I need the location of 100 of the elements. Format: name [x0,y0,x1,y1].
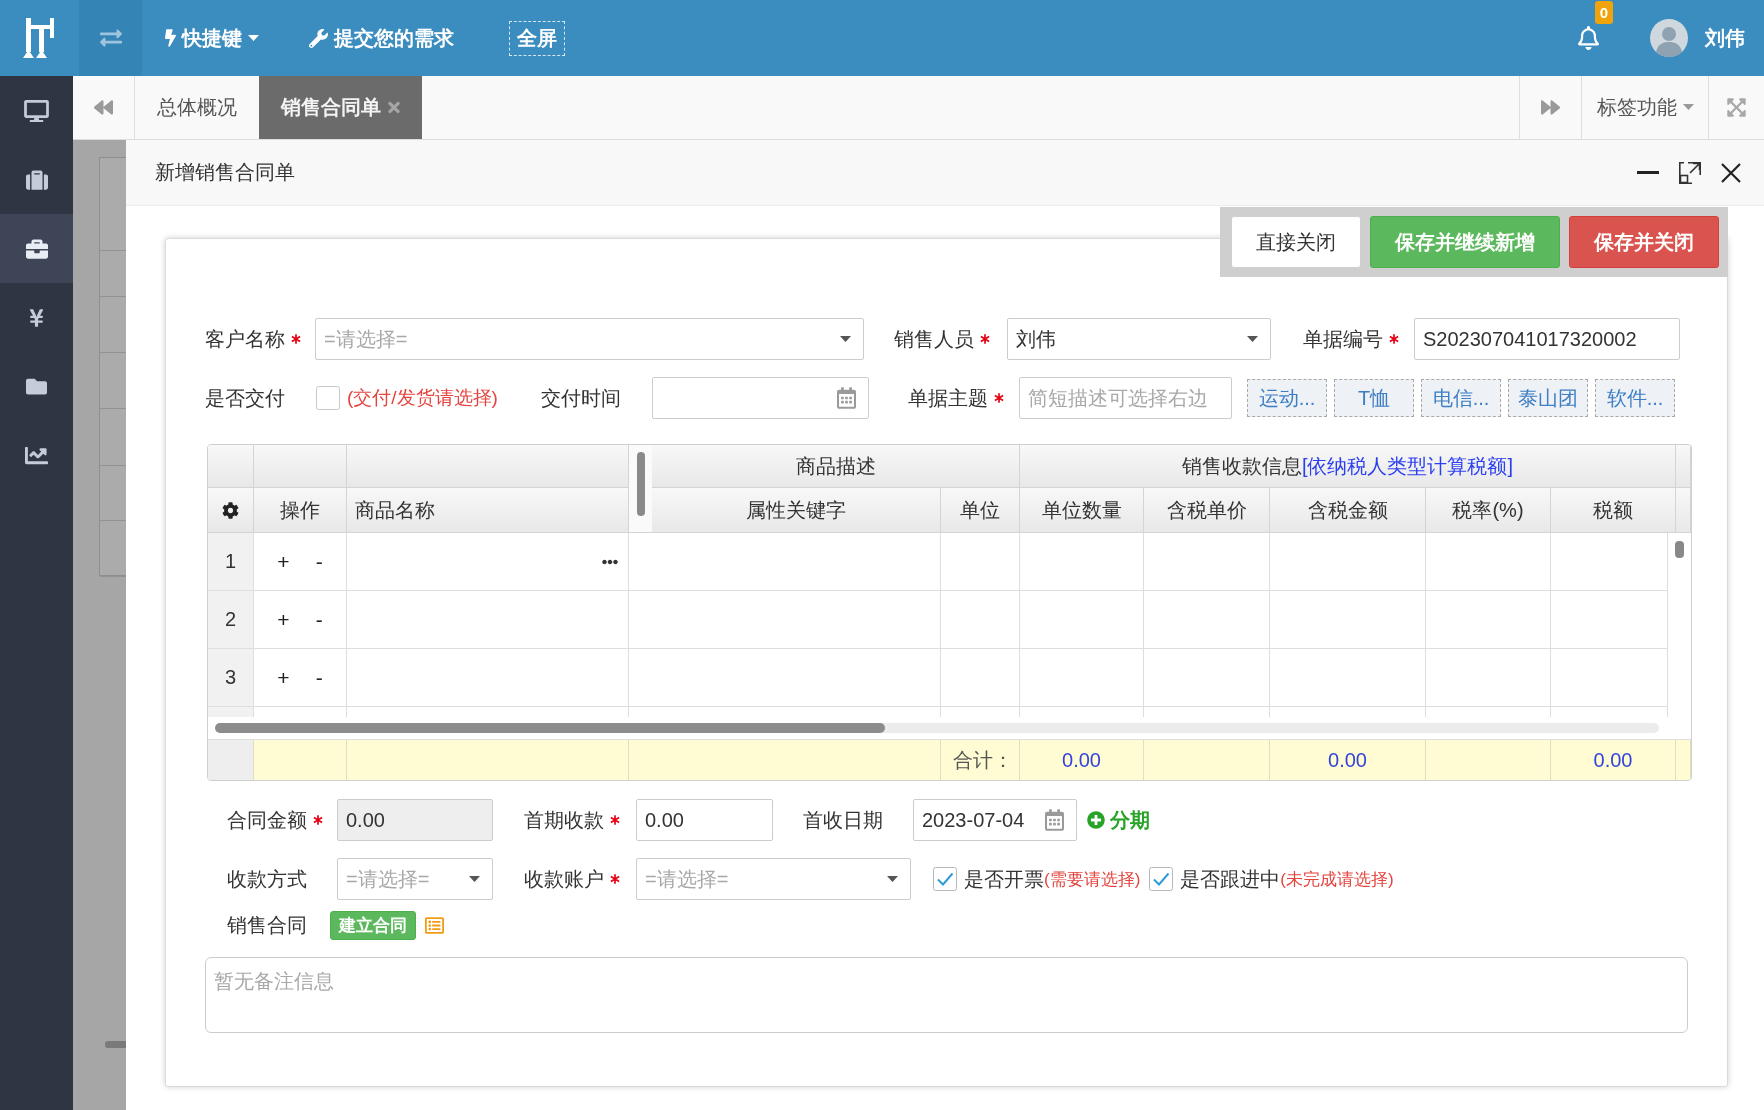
field-label: 客户名称 [205,326,285,352]
calendar-icon[interactable] [837,387,856,409]
shortcuts-menu[interactable]: 快捷键 [165,24,259,52]
column-header: 属性关键字 [652,488,941,533]
caret-icon [1682,104,1694,111]
checkbox-label[interactable]: 是否开票 [964,865,1044,893]
remove-row-button[interactable]: - [313,607,325,632]
field-label: 收款方式 [227,866,307,892]
feedback-link[interactable]: 提交您的需求 [309,24,454,52]
checkbox[interactable] [316,386,340,410]
expand-icon [1727,97,1746,118]
add-row-button[interactable]: + [275,549,292,574]
caret-icon [887,875,898,882]
row-number: 3 [208,649,254,706]
subject-tag[interactable]: 泰山团 [1508,379,1588,417]
field-label: 单据编号 [1303,326,1383,352]
close-button[interactable]: 直接关闭 [1231,216,1361,268]
column-header: 单位数量 [1020,488,1144,533]
column-header: 含税金额 [1270,488,1426,533]
field-label: 是否交付 [205,385,285,411]
total-value: 0.00 [1328,748,1367,772]
date-field[interactable]: 2023-07-04 [913,799,1077,841]
row-header-cell [208,740,254,780]
sidebar-item[interactable] [0,214,73,283]
fast-forward-icon [1541,98,1560,117]
total-value: 0.00 [1593,748,1633,772]
totals-label: 合计： [953,747,1013,773]
remove-row-button[interactable]: - [313,549,325,574]
checkbox[interactable] [933,867,957,891]
user-name[interactable]: 刘伟 [1705,24,1745,52]
save-and-close-button[interactable]: 保存并关闭 [1569,216,1719,268]
checkbox-label[interactable]: 是否跟进中 [1180,865,1281,893]
caret-icon [840,335,851,342]
input-field[interactable]: S202307041017320002 [1414,318,1680,360]
settings-icon[interactable] [222,501,239,519]
input-field[interactable]: 0.00 [636,799,773,841]
hint-text: (交付/发货请选择) [347,386,499,410]
column-group-header: 商品描述 [652,445,1020,488]
splitter-handle[interactable] [636,452,645,516]
field-label: 收款账户 [524,866,604,892]
bell-icon[interactable] [1578,26,1599,50]
column-header: 单位 [941,488,1020,533]
row-number: 1 [208,533,254,590]
checkbox[interactable] [1149,867,1174,891]
caret-icon [1247,335,1258,342]
column-header: 含税单价 [1144,488,1270,533]
avatar-icon[interactable] [1650,19,1688,57]
field-label: 销售合同 [227,913,307,938]
calendar-icon[interactable] [1045,809,1064,831]
monitor-icon [24,99,49,122]
rewind-icon [94,98,113,117]
subject-tag[interactable]: T恤 [1334,379,1414,417]
bolt-icon [165,29,176,47]
subject-tag[interactable]: 软件... [1595,379,1675,417]
input-field[interactable]: 0.00 [337,799,493,841]
wrench-icon [309,28,328,48]
sidebar-toggle-button[interactable] [79,0,142,76]
scrollbar-track[interactable] [215,723,1659,733]
scrollbar-thumb[interactable] [215,723,885,733]
close-icon[interactable] [1721,162,1741,183]
list-icon[interactable] [424,916,445,935]
folder-icon [26,376,47,397]
add-row-button[interactable]: + [275,665,292,690]
create-contract-button[interactable]: 建立合同 [330,911,416,940]
notification-badge: 0 [1595,1,1613,24]
briefcase-icon [25,237,48,260]
remove-row-button[interactable]: - [313,665,325,690]
line-chart-icon [25,444,48,467]
hint-text: (未完成请选择) [1280,868,1394,891]
tab[interactable]: 销售合同单 [259,76,422,139]
save-and-new-button[interactable]: 保存并继续新增 [1370,216,1560,268]
maximize-icon[interactable] [1679,161,1701,184]
subject-tag[interactable]: 运动... [1247,379,1327,417]
caret-icon [469,875,480,882]
column-header: 商品名称 [347,488,629,533]
swap-icon [99,27,122,49]
suitcase-icon [25,168,48,191]
column-group-title: 销售收款信息 [1181,453,1302,479]
add-row-button[interactable]: + [275,607,292,632]
select-field[interactable]: 刘伟 [1007,318,1271,360]
field-label: 合同金额 [227,807,307,833]
date-field[interactable] [652,377,869,419]
hint-text: (需要请选择) [1044,868,1141,891]
installment-link[interactable]: 分期 [1087,806,1150,834]
field-label: 销售人员 [894,326,974,352]
total-value: 0.00 [1062,748,1101,772]
subject-tag[interactable]: 电信... [1421,379,1501,417]
field-label: 首收日期 [803,807,883,833]
column-header: 税额 [1551,488,1676,533]
yen-icon [29,307,44,328]
field-label: 首期收款 [524,807,604,833]
tax-rule-link[interactable]: [依纳税人类型计算税额] [1301,452,1514,480]
column-header: 税率(%) [1426,488,1551,533]
scrollbar-thumb[interactable] [1675,541,1684,558]
caret-icon [248,34,259,41]
scrollbar-thumb [105,1041,126,1048]
row-number: 2 [208,591,254,648]
column-header: 操作 [254,488,347,533]
fullscreen-button[interactable]: 全屏 [509,20,565,56]
dialog-title: 新增销售合同单 [155,160,295,185]
